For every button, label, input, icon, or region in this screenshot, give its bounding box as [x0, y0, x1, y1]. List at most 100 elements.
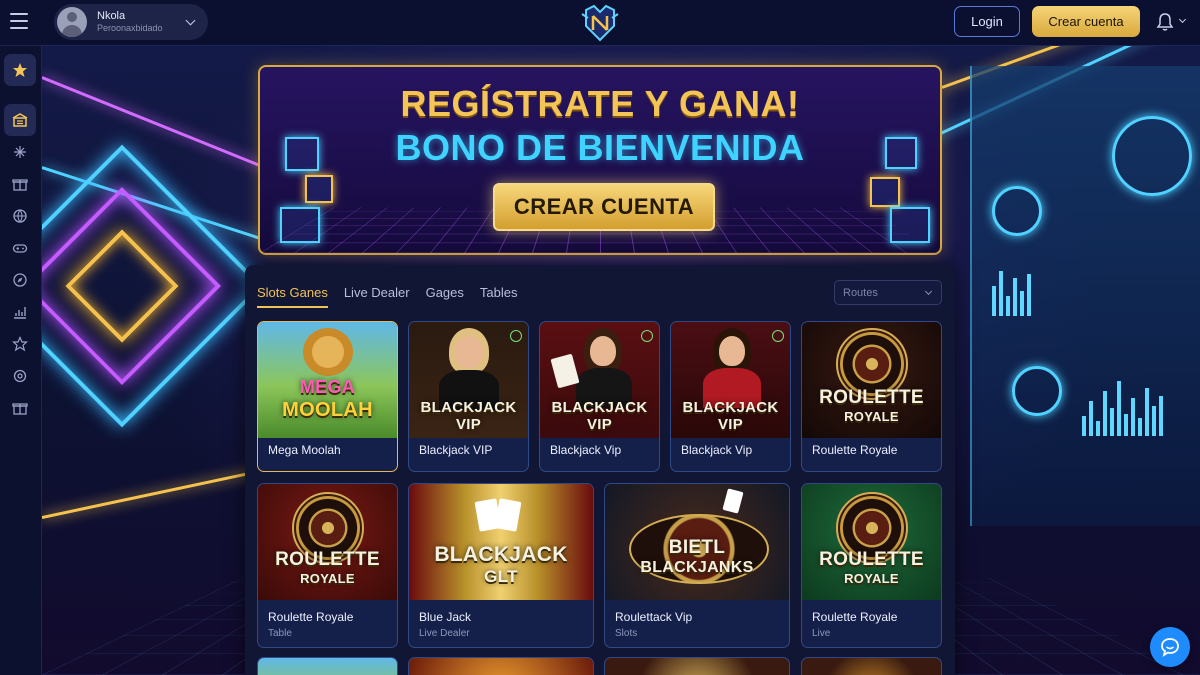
thumb-line2: VIP — [455, 416, 482, 433]
banner-create-account-button[interactable]: CREAR CUENTA — [493, 183, 715, 231]
chevron-down-icon — [924, 287, 933, 296]
game-title: Blackjack VIP — [419, 443, 493, 457]
game-thumbnail: ROULETTE ROYALE — [802, 322, 941, 438]
neon-line — [42, 468, 268, 519]
game-title: Roulette Royale — [812, 610, 898, 624]
sidebar-item-sports[interactable] — [4, 200, 36, 232]
tab-tables[interactable]: Tables — [480, 285, 518, 308]
user-subtitle: Peroonaxbidado — [97, 23, 163, 34]
avatar — [57, 7, 87, 37]
banner-subtitle: BONO DE BIENVENIDA — [395, 127, 805, 168]
thumb-line2: ROYALE — [844, 571, 899, 586]
user-name: Nkola — [97, 9, 126, 22]
sidebar-item-casino[interactable] — [4, 104, 36, 136]
gift-icon — [12, 403, 28, 415]
promo-banner: REGÍSTRATE Y GANA! BONO DE BIENVENIDA CR… — [258, 65, 942, 255]
sidebar-item-favorites[interactable] — [4, 54, 36, 86]
thumb-line1: ROULETTE — [819, 549, 924, 570]
user-menu[interactable]: Nkola Peroonaxbidado — [54, 4, 208, 40]
lion-face — [312, 336, 344, 368]
chevron-down-icon — [185, 15, 196, 26]
tab-slots[interactable]: Slots Ganes — [257, 285, 328, 308]
sidebar-item-gifts[interactable] — [4, 168, 36, 200]
hud-bars — [992, 266, 1031, 316]
decor-cube — [280, 207, 320, 243]
sidebar-item-promotions[interactable] — [4, 136, 36, 168]
hud-ring — [1012, 366, 1062, 416]
hud-ring — [1112, 116, 1192, 196]
game-card-partial[interactable] — [604, 657, 790, 675]
game-card-partial[interactable] — [257, 657, 398, 675]
gamepad-icon — [12, 244, 28, 253]
thumb-line2: ROYALE — [300, 571, 355, 586]
thumb-line1: BLACKJACK — [551, 399, 648, 416]
favorite-icon[interactable] — [510, 330, 522, 342]
playing-card — [494, 498, 522, 532]
game-title: Roulette Royale — [268, 610, 354, 624]
card-meta: Roulette Royale Table — [268, 610, 391, 639]
dealer-face — [590, 336, 616, 366]
compass-icon — [13, 273, 27, 287]
settings-icon — [13, 369, 27, 383]
hud-bars — [1082, 376, 1163, 436]
tab-games[interactable]: Gages — [426, 285, 464, 308]
tab-live-dealer[interactable]: Live Dealer — [344, 285, 410, 308]
favorite-icon[interactable] — [772, 330, 784, 342]
game-thumbnail: MEGA MOOLAH — [258, 322, 397, 438]
bell-icon[interactable] — [1156, 12, 1174, 32]
game-card-blue-jack[interactable]: BLACKJACK GLT Blue Jack Live Dealer — [408, 483, 594, 648]
decor-cube — [305, 175, 333, 203]
card-meta: Mega Moolah — [268, 443, 391, 457]
game-thumbnail: BLACKJACK VIP — [671, 322, 790, 438]
favorite-icon[interactable] — [641, 330, 653, 342]
thumb-line1: MEGA — [299, 377, 356, 397]
card-meta: Blue Jack Live Dealer — [419, 610, 587, 639]
game-category: Live Dealer — [419, 628, 470, 639]
filter-select-value: Routes — [843, 287, 878, 299]
thumb-line2: VIP — [717, 416, 744, 433]
chat-support-button[interactable] — [1150, 627, 1190, 667]
sidebar-item-favorites-list[interactable] — [4, 328, 36, 360]
sidebar-item-stats[interactable] — [4, 296, 36, 328]
game-card-roulettack-vip[interactable]: BIETL BLACKJANKS Roulettack Vip Slots — [604, 483, 790, 648]
game-thumbnail: ROULETTE ROYALE — [802, 484, 941, 600]
banner-title: REGÍSTRATE Y GANA! — [400, 83, 800, 124]
star-outline-icon — [12, 336, 28, 352]
game-category: Live — [812, 628, 831, 639]
game-tabs: Slots Ganes Live Dealer Gages Tables — [257, 285, 517, 308]
game-card-roulette-royale-2[interactable]: ROULETTE ROYALE Roulette Royale Table — [257, 483, 398, 648]
filter-select[interactable]: Routes — [834, 280, 942, 305]
sidebar-item-settings[interactable] — [4, 360, 36, 392]
game-card-mega-moolah[interactable]: MEGA MOOLAH Mega Moolah — [257, 321, 398, 472]
sidebar-item-games[interactable] — [4, 232, 36, 264]
game-card-partial[interactable] — [801, 657, 942, 675]
game-category: Table — [268, 628, 292, 639]
game-card-roulette-royale-3[interactable]: ROULETTE ROYALE Roulette Royale Live — [801, 483, 942, 648]
thumb-line1: ROULETTE — [819, 387, 924, 408]
game-card-partial[interactable] — [408, 657, 594, 675]
game-card-blackjack-vip-3[interactable]: BLACKJACK VIP Blackjack Vip — [670, 321, 791, 472]
thumb-line1: BIETL — [668, 537, 726, 558]
game-thumbnail: BLACKJACK GLT — [409, 484, 593, 600]
game-title: Blackjack Vip — [550, 443, 622, 457]
sidebar — [0, 46, 42, 675]
neon-line — [42, 76, 284, 177]
thumb-line1: ROULETTE — [275, 549, 380, 570]
logo-emblem[interactable] — [580, 4, 620, 42]
thumb-line2: GLT — [484, 567, 518, 586]
chevron-down-icon[interactable] — [1178, 15, 1187, 24]
card-meta: Blackjack VIP — [419, 443, 522, 457]
thumb-line1: BLACKJACK — [682, 399, 779, 416]
user-info: Nkola Peroonaxbidado — [97, 10, 163, 35]
sparkle-icon — [14, 146, 26, 158]
menu-icon[interactable] — [10, 13, 28, 31]
sidebar-item-explore[interactable] — [4, 264, 36, 296]
login-button[interactable]: Login — [954, 6, 1020, 37]
game-card-blackjack-vip-2[interactable]: BLACKJACK VIP Blackjack Vip — [539, 321, 660, 472]
game-card-blackjack-vip[interactable]: BLACKJACK VIP Blackjack VIP — [408, 321, 529, 472]
sidebar-item-rewards[interactable] — [4, 392, 36, 424]
game-title: Blue Jack — [419, 610, 472, 624]
game-card-roulette-royale[interactable]: ROULETTE ROYALE Roulette Royale — [801, 321, 942, 472]
thumb-line2: MOOLAH — [282, 399, 373, 421]
create-account-button[interactable]: Crear cuenta — [1032, 6, 1140, 37]
